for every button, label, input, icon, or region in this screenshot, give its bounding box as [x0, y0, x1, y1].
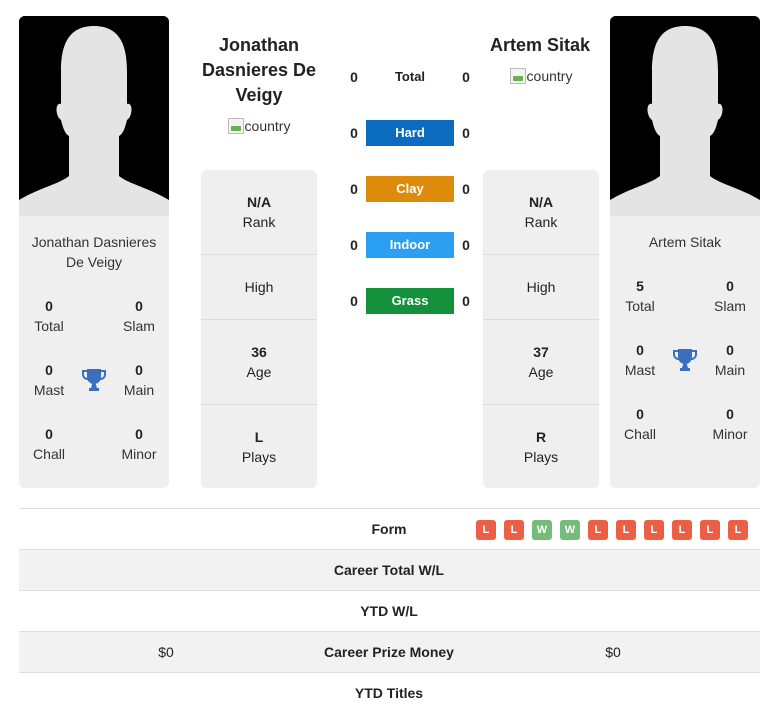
- player1-plays: L Plays: [241, 428, 277, 465]
- player1-age: 36 Age: [201, 320, 317, 405]
- silhouette-icon: [19, 16, 169, 216]
- player1-chall-titles: 0 Chall: [33, 426, 65, 462]
- trophy-icon: [82, 367, 106, 393]
- player2-plays: R Plays: [523, 428, 559, 465]
- p1-indoor-wins: 0: [350, 237, 358, 253]
- player2-country-flag: country: [482, 68, 600, 84]
- player1-minor-titles: 0 Minor: [121, 426, 157, 462]
- prize-money-row: $0 Career Prize Money $0: [19, 631, 760, 672]
- player2-total-titles: 5 Total: [625, 278, 655, 314]
- surface-row-hard: 0 Hard 0: [340, 120, 480, 146]
- player2-main-titles: 0 Main: [714, 342, 746, 378]
- form-badge-loss[interactable]: L: [504, 520, 524, 540]
- form-badge-loss[interactable]: L: [672, 520, 692, 540]
- p1-total-wins: 0: [350, 69, 358, 85]
- player2-rank: N/A Rank: [483, 170, 599, 255]
- player1-rank: N/A Rank: [201, 170, 317, 255]
- ytd-wl-row: YTD W/L: [19, 590, 760, 631]
- surface-badge-grass: Grass: [366, 288, 454, 314]
- broken-image-icon: [227, 118, 244, 134]
- p2-hard-wins: 0: [462, 125, 470, 141]
- form-badge-loss[interactable]: L: [644, 520, 664, 540]
- player1-slam-titles: 0 Slam: [123, 298, 155, 334]
- prize-money-label: Career Prize Money: [324, 644, 454, 660]
- p1-clay-wins: 0: [350, 181, 358, 197]
- form-badge-loss[interactable]: L: [700, 520, 720, 540]
- broken-image-icon: [509, 68, 526, 84]
- player2-high: High: [483, 255, 599, 320]
- p2-grass-wins: 0: [462, 293, 470, 309]
- career-wl-row: Career Total W/L: [19, 549, 760, 590]
- p2-clay-wins: 0: [462, 181, 470, 197]
- player1-high: High: [201, 255, 317, 320]
- player1-card-name: Jonathan Dasnieres De Veigy: [31, 234, 157, 270]
- player2-age: 37 Age: [483, 320, 599, 405]
- form-badge-loss[interactable]: L: [588, 520, 608, 540]
- player2-mast-titles: 0 Mast: [624, 342, 656, 378]
- form-label: Form: [371, 521, 407, 537]
- career-wl-label: Career Total W/L: [333, 562, 445, 578]
- silhouette-icon: [610, 16, 760, 216]
- player1-card: Jonathan Dasnieres De Veigy 0 Total 0 Sl…: [19, 16, 169, 488]
- player2-slam-titles: 0 Slam: [714, 278, 746, 314]
- player1-info-column: N/A Rank High 36 Age L Plays: [201, 170, 317, 488]
- form-badge-win[interactable]: W: [560, 520, 580, 540]
- surface-badge-clay: Clay: [366, 176, 454, 202]
- player2-info-column: N/A Rank High 37 Age R Plays: [483, 170, 599, 488]
- ytd-wl-label: YTD W/L: [360, 603, 418, 619]
- ytd-titles-label: YTD Titles: [354, 685, 424, 701]
- form-row: Form LLWWLLLLLL: [19, 508, 760, 549]
- player2-photo: [610, 16, 760, 216]
- form-badge-loss[interactable]: L: [476, 520, 496, 540]
- form-badge-loss[interactable]: L: [728, 520, 748, 540]
- player1-mast-titles: 0 Mast: [33, 362, 65, 398]
- surface-row-grass: 0 Grass 0: [340, 288, 480, 314]
- surface-label-total: Total: [394, 69, 426, 84]
- p2-indoor-wins: 0: [462, 237, 470, 253]
- player1-total-titles: 0 Total: [34, 298, 64, 334]
- surface-row-total: 0 Total 0: [340, 64, 480, 90]
- p1-hard-wins: 0: [350, 125, 358, 141]
- player1-photo: [19, 16, 169, 216]
- player2-card-name: Artem Sitak: [648, 234, 722, 250]
- p1-grass-wins: 0: [350, 293, 358, 309]
- trophy-icon: [673, 347, 697, 373]
- surface-badge-indoor: Indoor: [366, 232, 454, 258]
- surface-row-clay: 0 Clay 0: [340, 176, 480, 202]
- player2-chall-titles: 0 Chall: [624, 406, 656, 442]
- player2-minor-titles: 0 Minor: [712, 406, 748, 442]
- player1-main-titles: 0 Main: [123, 362, 155, 398]
- surface-badge-hard: Hard: [366, 120, 454, 146]
- form-badges: LLWWLLLLLL: [476, 520, 748, 540]
- form-badge-loss[interactable]: L: [616, 520, 636, 540]
- player1-country-flag: country: [200, 118, 318, 134]
- ytd-titles-row: YTD Titles: [19, 672, 760, 713]
- form-badge-win[interactable]: W: [532, 520, 552, 540]
- player2-name-heading[interactable]: Artem Sitak: [470, 33, 610, 58]
- player2-prize-money: $0: [605, 644, 621, 660]
- player1-prize-money: $0: [158, 644, 174, 660]
- player1-name-heading[interactable]: Jonathan Dasnieres De Veigy: [190, 33, 328, 108]
- player2-card: Artem Sitak 5 Total 0 Slam 0 Mast 0 Main…: [610, 16, 760, 488]
- surface-row-indoor: 0 Indoor 0: [340, 232, 480, 258]
- p2-total-wins: 0: [462, 69, 470, 85]
